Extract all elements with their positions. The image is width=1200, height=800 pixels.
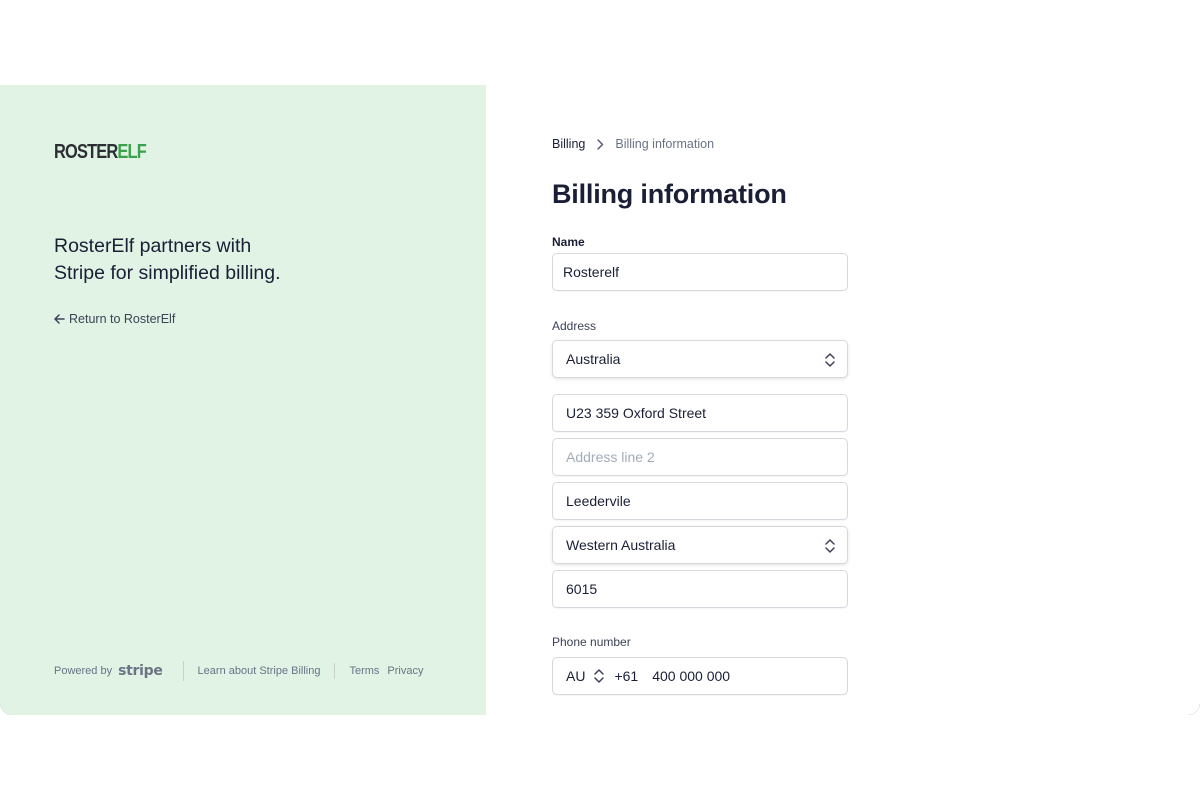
city-value: Leedervile: [566, 493, 631, 509]
state-select[interactable]: Western Australia: [552, 526, 848, 564]
chevron-up-down-icon[interactable]: [593, 668, 605, 684]
learn-stripe-billing-link[interactable]: Learn about Stripe Billing: [198, 665, 321, 677]
brand-panel: ROSTER ELF RosterElf partners with Stripe…: [0, 85, 486, 715]
brand-tagline: RosterElf partners with Stripe for simpl…: [54, 233, 354, 287]
return-label: Return to RosterElf: [69, 312, 176, 326]
country-select[interactable]: Australia: [552, 340, 848, 378]
address-line1-input[interactable]: U23 359 Oxford Street: [552, 394, 848, 432]
phone-country-code[interactable]: AU: [553, 668, 585, 684]
chevron-up-down-icon: [824, 352, 836, 371]
name-input[interactable]: Rosterelf: [552, 253, 848, 291]
address-label: Address: [552, 319, 597, 333]
postal-code-value: 6015: [566, 581, 598, 597]
stripe-logo: stripe: [118, 663, 163, 679]
billing-form-panel: Billing Billing information Billing info…: [486, 85, 1200, 715]
tagline-line-2: Stripe for simplified billing.: [54, 262, 281, 284]
phone-label: Phone number: [552, 635, 631, 649]
chevron-right-icon: [596, 138, 604, 150]
city-input[interactable]: Leedervile: [552, 482, 848, 520]
name-value: Rosterelf: [563, 264, 620, 280]
rosterelf-logo[interactable]: ROSTER ELF: [54, 140, 147, 164]
logo-roster-text: ROSTER: [54, 140, 118, 163]
tagline-line-1: RosterElf partners with: [54, 235, 252, 257]
breadcrumb-billing-link[interactable]: Billing: [552, 137, 585, 151]
breadcrumb-current: Billing information: [615, 137, 715, 151]
footer-divider: [182, 661, 184, 681]
breadcrumb: Billing Billing information: [552, 137, 714, 151]
page-title: Billing information: [552, 179, 787, 209]
chevron-up-down-icon: [824, 538, 836, 557]
phone-dial-code: +61: [614, 668, 639, 684]
logo-elf-text: ELF: [117, 140, 146, 163]
state-value: Western Australia: [566, 537, 676, 553]
phone-number-value: 400 000 000: [652, 668, 731, 684]
terms-link[interactable]: Terms: [349, 665, 379, 677]
billing-page: ROSTER ELF RosterElf partners with Stripe…: [0, 85, 1200, 715]
name-label: Name: [552, 235, 585, 249]
arrow-left-icon: [54, 314, 65, 324]
stripe-footer: Powered by stripe Learn about Stripe Bil…: [54, 661, 423, 681]
footer-divider: [334, 663, 336, 679]
address-line1-value: U23 359 Oxford Street: [566, 405, 707, 421]
powered-by-stripe[interactable]: Powered by stripe: [54, 663, 163, 679]
phone-input[interactable]: AU +61 400 000 000: [552, 657, 848, 695]
powered-by-label: Powered by: [54, 665, 113, 677]
country-value: Australia: [566, 351, 621, 367]
address-line2-input[interactable]: Address line 2: [552, 438, 848, 476]
address-line2-placeholder: Address line 2: [566, 449, 655, 465]
postal-code-input[interactable]: 6015: [552, 570, 848, 608]
return-to-rosterelf-link[interactable]: Return to RosterElf: [54, 312, 175, 326]
privacy-link[interactable]: Privacy: [387, 665, 423, 677]
